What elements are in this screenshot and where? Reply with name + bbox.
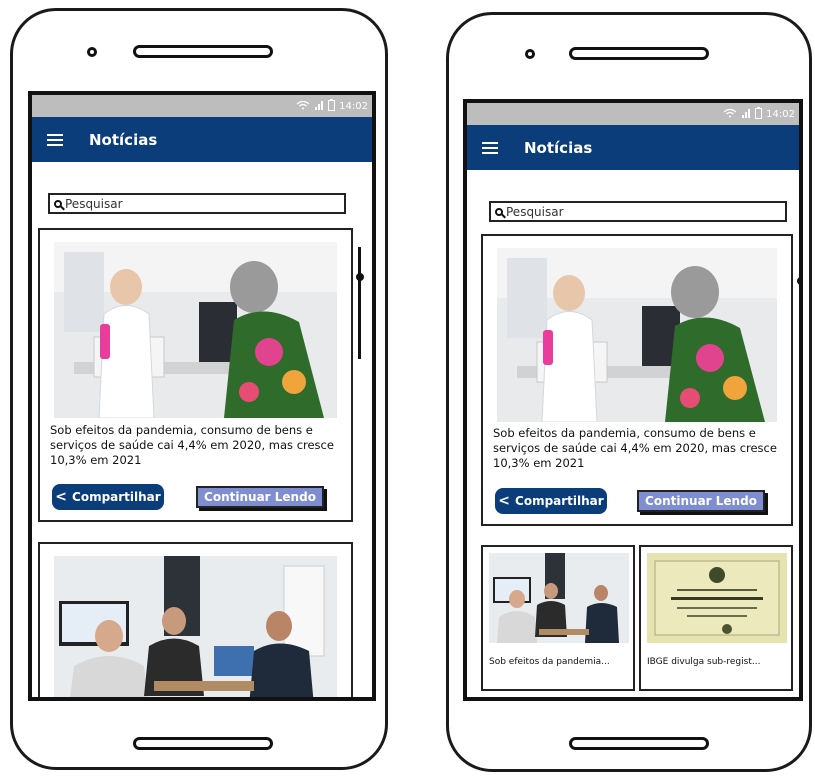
chevron-left-icon: < xyxy=(55,489,68,505)
battery-icon xyxy=(328,98,336,114)
share-button[interactable]: < Compartilhar xyxy=(495,488,607,514)
home-button[interactable] xyxy=(569,737,709,750)
news-grid-item[interactable]: IBGE divulga sub-regist... xyxy=(639,545,793,691)
scrollbar-thumb[interactable] xyxy=(797,277,799,285)
news-thumb-certificate xyxy=(647,553,787,643)
news-image-health xyxy=(497,248,777,422)
camera-icon xyxy=(87,47,97,57)
continue-reading-button[interactable]: Continuar Lendo xyxy=(196,486,324,508)
battery-icon xyxy=(755,106,763,122)
news-image-meeting xyxy=(54,556,337,697)
speaker-slot xyxy=(569,47,709,60)
camera-icon xyxy=(525,49,535,59)
wifi-icon xyxy=(723,108,737,121)
status-time: 14:02 xyxy=(339,100,368,112)
phone-screen-left: 14:02 Notícias Pesquisar Sob efeitos da … xyxy=(28,91,376,701)
scrollbar-track[interactable] xyxy=(799,253,802,365)
news-grid-caption: Sob efeitos da pandemia... xyxy=(489,657,610,667)
page-title: Notícias xyxy=(89,130,158,149)
search-input[interactable]: Pesquisar xyxy=(489,201,787,222)
scrollbar-track[interactable] xyxy=(358,247,361,359)
app-bar: Notícias xyxy=(467,125,799,170)
scrollbar-thumb[interactable] xyxy=(356,273,364,281)
news-headline[interactable]: Sob efeitos da pandemia, consumo de bens… xyxy=(493,426,787,471)
continue-label: Continuar Lendo xyxy=(204,490,316,504)
search-placeholder: Pesquisar xyxy=(65,196,123,211)
share-button[interactable]: < Compartilhar xyxy=(52,484,164,510)
status-bar: 14:02 xyxy=(467,103,799,125)
home-button[interactable] xyxy=(133,737,273,750)
search-placeholder: Pesquisar xyxy=(506,204,564,219)
hamburger-menu-icon[interactable] xyxy=(482,141,498,154)
hamburger-menu-icon[interactable] xyxy=(47,133,63,146)
featured-news-card[interactable]: Sob efeitos da pandemia, consumo de bens… xyxy=(481,234,793,526)
signal-icon xyxy=(741,108,751,121)
page-title: Notícias xyxy=(524,138,593,157)
chevron-left-icon: < xyxy=(498,493,511,509)
continue-label: Continuar Lendo xyxy=(645,494,757,508)
wifi-icon xyxy=(296,100,310,113)
search-input[interactable]: Pesquisar xyxy=(48,193,346,214)
app-bar: Notícias xyxy=(32,117,372,162)
status-time: 14:02 xyxy=(766,108,795,120)
news-image-health xyxy=(54,242,337,418)
share-label: Compartilhar xyxy=(515,494,604,508)
speaker-slot xyxy=(133,45,273,58)
news-headline[interactable]: Sob efeitos da pandemia, consumo de bens… xyxy=(50,423,346,468)
share-label: Compartilhar xyxy=(72,490,161,504)
phone-screen-right: 14:02 Notícias Pesquisar Sob efeitos da … xyxy=(463,99,803,701)
search-icon xyxy=(54,199,62,208)
signal-icon xyxy=(314,100,324,113)
status-bar: 14:02 xyxy=(32,95,372,117)
phone-frame-left: 14:02 Notícias Pesquisar Sob efeitos da … xyxy=(10,8,388,770)
news-card-2[interactable] xyxy=(38,542,353,697)
featured-news-card[interactable]: Sob efeitos da pandemia, consumo de bens… xyxy=(38,228,353,522)
news-grid-caption: IBGE divulga sub-regist... xyxy=(647,657,761,667)
phone-frame-right: 14:02 Notícias Pesquisar Sob efeitos da … xyxy=(446,12,812,772)
search-icon xyxy=(495,207,503,216)
continue-reading-button[interactable]: Continuar Lendo xyxy=(637,490,765,512)
news-grid-item[interactable]: Sob efeitos da pandemia... xyxy=(481,545,635,691)
news-thumb-meeting xyxy=(489,553,629,643)
